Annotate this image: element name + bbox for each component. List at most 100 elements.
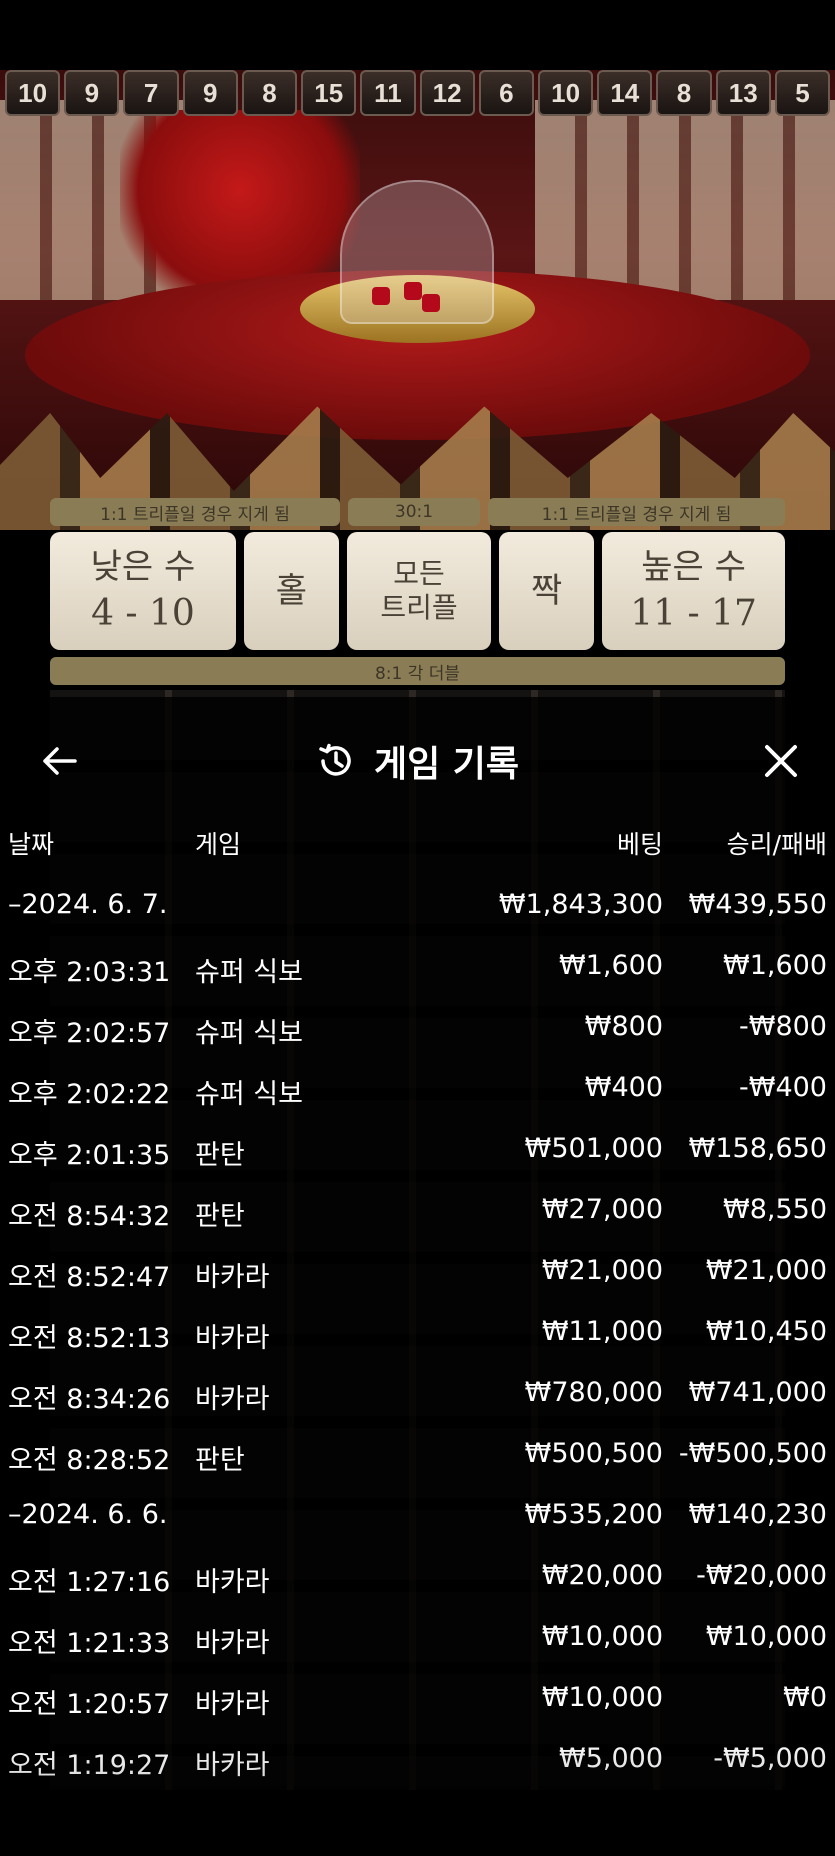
bet-low-button[interactable]: 낮은 수 4 - 10 xyxy=(50,532,236,650)
column-bet: 베팅 xyxy=(616,830,663,859)
history-row[interactable]: 오전 1:21:33 바카라 ₩10,000 ₩10,000 xyxy=(0,1615,835,1676)
history-row[interactable]: 오후 2:02:22 슈퍼 식보 ₩400 -₩400 xyxy=(0,1066,835,1127)
bet-odd-label: 홀 xyxy=(275,570,307,611)
row-time: 오전 8:28:52 xyxy=(8,1445,171,1476)
row-bet: ₩5,000 xyxy=(559,1743,663,1774)
row-bet: ₩21,000 xyxy=(541,1255,663,1286)
history-row[interactable]: 오전 8:52:47 바카라 ₩21,000 ₩21,000 xyxy=(0,1249,835,1310)
row-winloss: ₩0 xyxy=(783,1682,827,1713)
bet-even-button[interactable]: 짝 xyxy=(499,532,595,650)
history-row[interactable]: 오전 8:52:13 바카라 ₩11,000 ₩10,450 xyxy=(0,1310,835,1371)
bet-any-triple-button[interactable]: 모든 트리플 xyxy=(346,532,492,650)
die xyxy=(422,294,440,312)
page-title: 게임 기록 xyxy=(373,744,519,785)
bet-high-button[interactable]: 높은 수 11 - 17 xyxy=(602,532,786,650)
history-row[interactable]: 오전 1:20:57 바카라 ₩10,000 ₩0 xyxy=(0,1676,835,1737)
history-row[interactable]: 오전 8:54:32 판탄 ₩27,000 ₩8,550 xyxy=(0,1188,835,1249)
history-result-cell: 12 xyxy=(419,70,475,116)
history-result-cell: 6 xyxy=(478,70,534,116)
row-winloss: -₩800 xyxy=(739,1011,827,1042)
column-date: 날짜 xyxy=(8,830,55,859)
row-time: 오전 1:20:57 xyxy=(8,1689,171,1720)
date-group-header[interactable]: –2024. 6. 6. ₩535,200 ₩140,230 xyxy=(0,1493,835,1554)
row-game: 바카라 xyxy=(195,1689,270,1720)
row-winloss: ₩10,000 xyxy=(705,1621,827,1652)
bet-any-triple-line2: 트리플 xyxy=(380,591,458,624)
payout-low: 1:1 트리플일 경우 지게 됨 xyxy=(50,498,340,526)
date-group-header[interactable]: –2024. 6. 7. ₩1,843,300 ₩439,550 xyxy=(0,883,835,944)
live-video-feed xyxy=(0,70,835,530)
close-button[interactable] xyxy=(757,737,805,785)
row-bet: ₩11,000 xyxy=(541,1316,663,1347)
row-game: 바카라 xyxy=(195,1567,270,1598)
row-winloss: ₩741,000 xyxy=(688,1377,827,1408)
bet-even-label: 짝 xyxy=(530,570,563,611)
dice-shaker-dome xyxy=(340,180,494,324)
row-game: 바카라 xyxy=(195,1323,270,1354)
row-time: 오후 2:02:57 xyxy=(8,1018,171,1049)
bet-any-triple-line1: 모든 xyxy=(393,557,445,591)
bet-low-range: 4 - 10 xyxy=(91,592,195,634)
history-result-cell: 5 xyxy=(774,70,831,116)
column-headers: 날짜 게임 베팅 승리/패배 xyxy=(0,825,835,865)
history-result-cell: 13 xyxy=(715,70,771,116)
row-winloss: -₩400 xyxy=(739,1072,827,1103)
history-result-cell: 11 xyxy=(360,70,416,116)
panel-header: 게임 기록 xyxy=(0,697,835,823)
bet-area: 낮은 수 4 - 10 홀 모든 트리플 짝 높은 수 11 - 17 xyxy=(50,532,786,650)
history-result-cell: 10 xyxy=(537,70,594,116)
row-winloss: -₩20,000 xyxy=(696,1560,827,1591)
history-result-cell: 14 xyxy=(597,70,653,116)
group-bet-total: ₩1,843,300 xyxy=(498,889,663,920)
history-result-cell: 8 xyxy=(656,70,712,116)
row-winloss: ₩21,000 xyxy=(705,1255,827,1286)
row-bet: ₩501,000 xyxy=(524,1133,663,1164)
die xyxy=(404,282,422,300)
result-history-strip: 10 9 7 9 8 15 11 12 6 10 14 8 13 5 xyxy=(0,70,835,122)
history-row[interactable]: 오후 2:03:31 슈퍼 식보 ₩1,600 ₩1,600 xyxy=(0,944,835,1005)
row-bet: ₩27,000 xyxy=(541,1194,663,1225)
row-winloss: ₩158,650 xyxy=(688,1133,827,1164)
payout-labels: 1:1 트리플일 경우 지게 됨 30:1 1:1 트리플일 경우 지게 됨 xyxy=(50,498,785,526)
group-bet-total: ₩535,200 xyxy=(524,1499,663,1530)
history-result-cell: 8 xyxy=(241,70,298,116)
row-winloss: ₩10,450 xyxy=(705,1316,827,1347)
row-game: 판탄 xyxy=(195,1140,245,1171)
row-game: 슈퍼 식보 xyxy=(195,957,303,988)
payout-high: 1:1 트리플일 경우 지게 됨 xyxy=(488,498,785,526)
row-bet: ₩780,000 xyxy=(524,1377,663,1408)
history-row[interactable]: 오후 2:01:35 판탄 ₩501,000 ₩158,650 xyxy=(0,1127,835,1188)
column-winloss: 승리/패배 xyxy=(726,830,827,859)
row-time: 오전 8:54:32 xyxy=(8,1201,171,1232)
row-winloss: ₩8,550 xyxy=(723,1194,827,1225)
history-result-cell: 10 xyxy=(5,70,61,116)
row-game: 슈퍼 식보 xyxy=(195,1079,303,1110)
row-bet: ₩400 xyxy=(584,1072,663,1103)
row-game: 판탄 xyxy=(195,1201,245,1232)
game-history-panel: 게임 기록 날짜 게임 베팅 승리/패배 –2024. 6. 7. ₩1,843,… xyxy=(0,697,835,1856)
row-winloss: -₩500,500 xyxy=(678,1438,827,1469)
payout-each-double: 8:1 각 더블 xyxy=(50,657,785,685)
row-game: 바카라 xyxy=(195,1628,270,1659)
history-row[interactable]: 오전 1:27:16 바카라 ₩20,000 -₩20,000 xyxy=(0,1554,835,1615)
row-bet: ₩20,000 xyxy=(541,1560,663,1591)
row-time: 오전 8:34:26 xyxy=(8,1384,171,1415)
history-row[interactable]: 오전 8:28:52 판탄 ₩500,500 -₩500,500 xyxy=(0,1432,835,1493)
group-win-total: ₩439,550 xyxy=(688,889,827,920)
row-game: 바카라 xyxy=(195,1262,270,1293)
close-icon xyxy=(765,745,797,777)
history-row[interactable]: 오전 1:19:27 바카라 ₩5,000 -₩5,000 xyxy=(0,1737,835,1798)
bet-odd-button[interactable]: 홀 xyxy=(243,532,339,650)
group-date: –2024. 6. 7. xyxy=(8,889,168,920)
history-result-cell: 9 xyxy=(64,70,120,116)
history-row[interactable]: 오후 2:02:57 슈퍼 식보 ₩800 -₩800 xyxy=(0,1005,835,1066)
row-time: 오전 1:21:33 xyxy=(8,1628,171,1659)
row-bet: ₩800 xyxy=(584,1011,663,1042)
row-bet: ₩10,000 xyxy=(541,1682,663,1713)
row-time: 오전 1:19:27 xyxy=(8,1750,171,1781)
row-winloss: -₩5,000 xyxy=(713,1743,827,1774)
history-row[interactable]: 오전 8:34:26 바카라 ₩780,000 ₩741,000 xyxy=(0,1371,835,1432)
history-result-cell: 15 xyxy=(301,70,357,116)
history-clock-icon xyxy=(319,743,351,776)
history-result-cell: 9 xyxy=(182,70,238,116)
